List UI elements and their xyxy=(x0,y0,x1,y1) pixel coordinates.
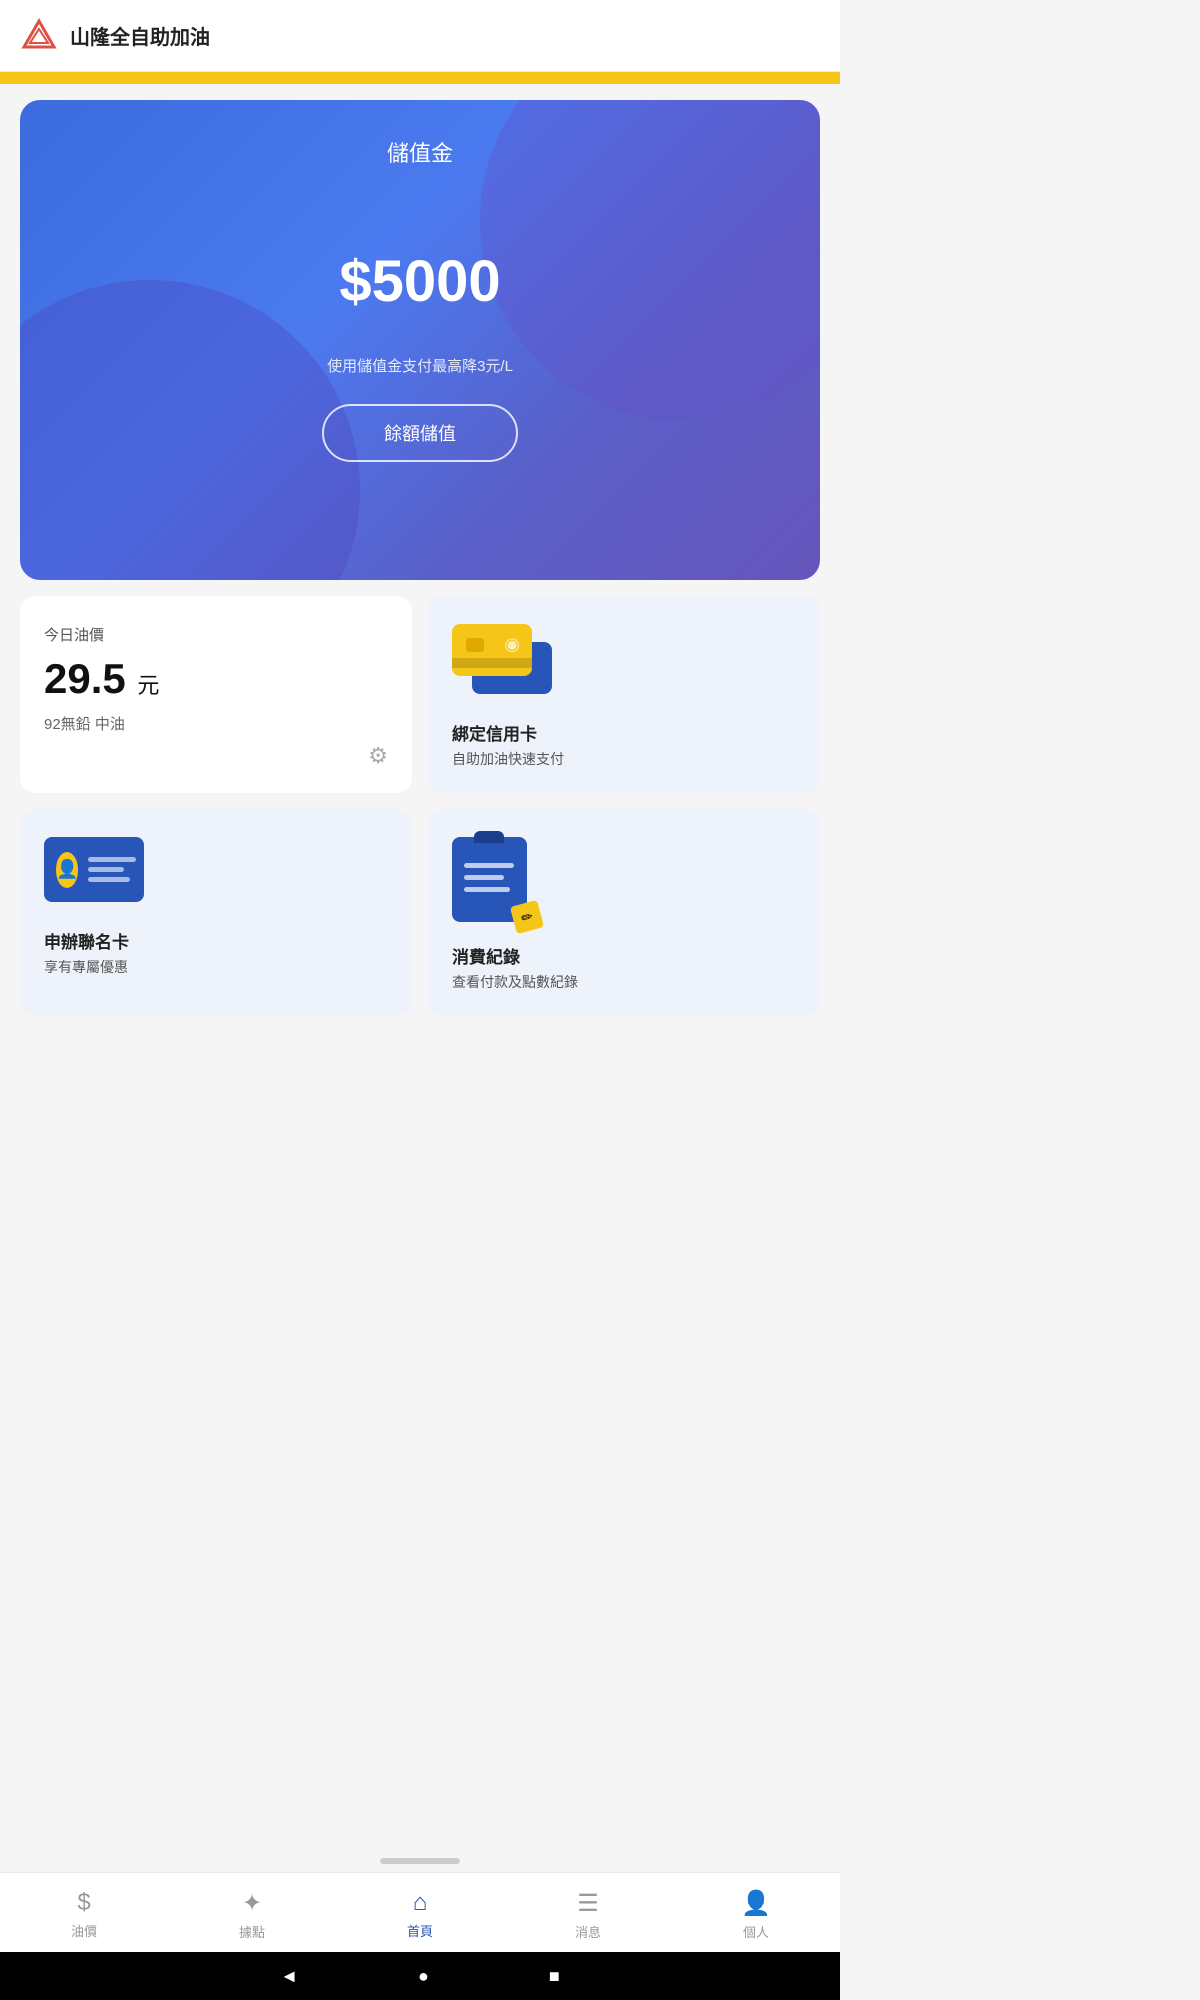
balance-card: 儲值金 $5000 使用儲值金支付最高降3元/L 餘額儲值 xyxy=(20,100,820,580)
balance-label: 儲值金 xyxy=(387,136,453,168)
transaction-card[interactable]: ✏ 消費紀錄 查看付款及點數紀錄 xyxy=(428,809,820,1016)
transaction-title: 消費紀錄 xyxy=(452,943,796,968)
recents-button[interactable]: ■ xyxy=(549,1966,560,1987)
app-logo-icon xyxy=(20,17,58,55)
member-card-subtitle: 享有專屬優惠 xyxy=(44,957,388,977)
credit-card-title: 綁定信用卡 xyxy=(452,720,796,745)
spots-nav-label: 據點 xyxy=(239,1922,265,1941)
scroll-indicator xyxy=(380,1858,460,1864)
member-card-title: 申辦聯名卡 xyxy=(44,928,388,953)
news-nav-label: 消息 xyxy=(575,1922,601,1941)
transaction-subtitle: 查看付款及點數紀錄 xyxy=(452,972,796,992)
member-card-card[interactable]: 👤 申辦聯名卡 享有專屬優惠 xyxy=(20,809,412,1016)
nav-item-spots[interactable]: ✦ 據點 xyxy=(168,1889,336,1941)
transaction-icon: ✏ xyxy=(452,837,537,927)
oil-price-card: 今日油價 29.5 元 92無鉛 中油 ⚙ xyxy=(20,596,412,793)
credit-card-icon: ◉ xyxy=(452,624,562,704)
back-button[interactable]: ◄ xyxy=(280,1966,298,1987)
spots-nav-icon: ✦ xyxy=(242,1889,262,1918)
nav-item-profile[interactable]: 👤 個人 xyxy=(672,1889,840,1941)
nav-item-news[interactable]: ☰ 消息 xyxy=(504,1889,672,1941)
credit-card-card[interactable]: ◉ 綁定信用卡 自助加油快速支付 xyxy=(428,596,820,793)
news-nav-icon: ☰ xyxy=(577,1889,599,1918)
credit-card-subtitle: 自助加油快速支付 xyxy=(452,749,796,769)
topup-button[interactable]: 餘額儲值 xyxy=(322,404,518,462)
balance-hint: 使用儲值金支付最高降3元/L xyxy=(327,355,513,376)
app-title: 山隆全自助加油 xyxy=(70,21,210,50)
home-nav-label: 首頁 xyxy=(407,1921,433,1940)
member-card-icon: 👤 xyxy=(44,837,154,912)
nav-item-oil[interactable]: $ 油價 xyxy=(0,1889,168,1940)
oil-nav-icon: $ xyxy=(77,1889,90,1917)
oil-nav-label: 油價 xyxy=(71,1921,97,1940)
home-button[interactable]: ● xyxy=(418,1966,429,1987)
home-nav-icon: ⌂ xyxy=(413,1889,428,1917)
oil-type: 92無鉛 中油 xyxy=(44,713,388,734)
gear-icon[interactable]: ⚙ xyxy=(368,743,388,769)
balance-amount: $5000 xyxy=(339,248,500,315)
profile-nav-icon: 👤 xyxy=(741,1889,771,1918)
nav-item-home[interactable]: ⌂ 首頁 xyxy=(336,1889,504,1940)
app-header: 山隆全自助加油 xyxy=(0,0,840,72)
bottom-nav: $ 油價 ✦ 據點 ⌂ 首頁 ☰ 消息 👤 個人 xyxy=(0,1872,840,1952)
grid-area: 今日油價 29.5 元 92無鉛 中油 ⚙ ◉ 綁定信用卡 自助加油快速支付 👤 xyxy=(0,596,840,1032)
yellow-stripe xyxy=(0,72,840,84)
oil-price-value: 29.5 元 xyxy=(44,655,388,703)
oil-today-label: 今日油價 xyxy=(44,624,388,645)
android-nav-bar: ◄ ● ■ xyxy=(0,1952,840,2000)
profile-nav-label: 個人 xyxy=(743,1922,769,1941)
